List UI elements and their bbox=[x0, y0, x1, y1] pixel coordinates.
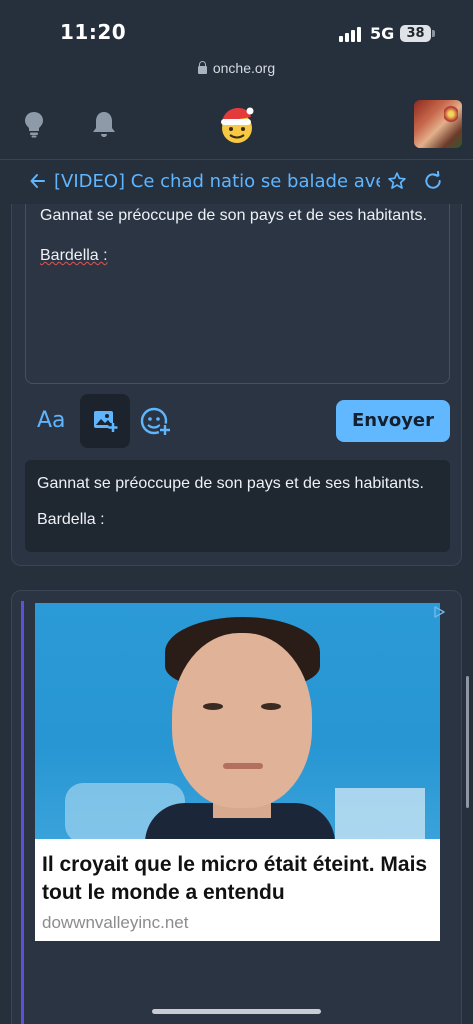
message-preview: Gannat se préoccupe de son pays et de se… bbox=[25, 460, 450, 552]
add-emoji-icon[interactable] bbox=[139, 406, 173, 438]
topic-bar: [VIDEO] Ce chad natio se balade avec V bbox=[0, 160, 473, 204]
ad-headline[interactable]: Il croyait que le micro était éteint. Ma… bbox=[42, 851, 433, 907]
home-indicator[interactable] bbox=[152, 1009, 321, 1014]
status-bar: 11:20 5G 38 bbox=[0, 0, 473, 60]
refresh-icon[interactable] bbox=[423, 171, 443, 191]
add-image-icon bbox=[94, 411, 118, 432]
signal-icon bbox=[339, 25, 364, 42]
add-image-button[interactable] bbox=[80, 394, 130, 448]
reply-panel: Gannat se préoccupe de son pays et de se… bbox=[11, 204, 462, 566]
send-button[interactable]: Envoyer bbox=[336, 400, 450, 442]
scrollbar[interactable] bbox=[466, 676, 469, 808]
editor-toolbar: Aa Envoyer bbox=[25, 394, 450, 450]
preview-line: Bardella : bbox=[37, 511, 105, 528]
bulb-icon[interactable] bbox=[22, 110, 46, 138]
format-text-button[interactable]: Aa bbox=[37, 408, 66, 433]
address-bar[interactable]: onche.org bbox=[0, 60, 473, 86]
app-header bbox=[0, 92, 473, 158]
ad-card[interactable]: Il croyait que le micro était éteint. Ma… bbox=[11, 590, 462, 1024]
topic-title[interactable]: [VIDEO] Ce chad natio se balade avec V bbox=[54, 171, 380, 192]
editor-line: Gannat se préoccupe de son pays et de se… bbox=[40, 207, 427, 224]
status-time: 11:20 bbox=[60, 20, 127, 44]
ad-text-block[interactable]: Il croyait que le micro était éteint. Ma… bbox=[35, 839, 440, 941]
lock-icon bbox=[197, 61, 207, 74]
bell-icon[interactable] bbox=[91, 110, 117, 138]
quote-bar bbox=[21, 601, 24, 1024]
ad-domain[interactable]: dowwnvalleyinc.net bbox=[42, 913, 433, 933]
santa-smiley-logo[interactable] bbox=[217, 104, 257, 144]
battery-icon: 38 bbox=[400, 25, 431, 42]
adchoices-icon[interactable] bbox=[432, 605, 446, 619]
url-text: onche.org bbox=[212, 60, 276, 76]
battery-cap bbox=[432, 30, 435, 37]
message-editor[interactable]: Gannat se préoccupe de son pays et de se… bbox=[25, 204, 450, 384]
user-avatar[interactable] bbox=[414, 100, 462, 148]
network-type: 5G bbox=[370, 24, 395, 43]
ad-image[interactable] bbox=[35, 603, 440, 839]
editor-line: Bardella : bbox=[40, 247, 108, 264]
star-icon[interactable] bbox=[387, 171, 407, 191]
back-arrow-icon[interactable] bbox=[30, 172, 46, 190]
preview-line: Gannat se préoccupe de son pays et de se… bbox=[37, 475, 424, 492]
